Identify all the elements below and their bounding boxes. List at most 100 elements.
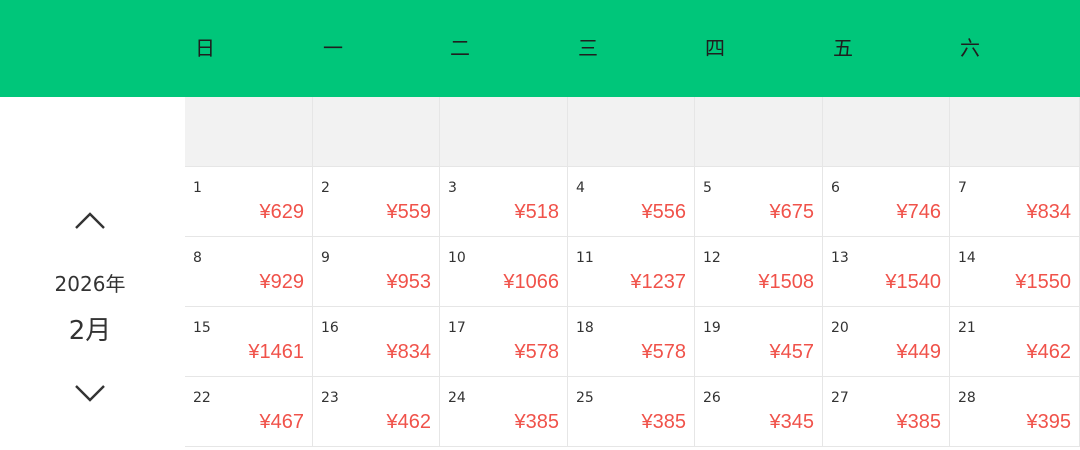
day-number: 6: [831, 180, 840, 196]
day-number: 1: [193, 180, 202, 196]
day-price: ¥953: [386, 271, 432, 293]
empty-day-cell: [950, 97, 1080, 167]
day-number: 5: [703, 180, 712, 196]
day-cell[interactable]: 19 ¥457: [695, 307, 823, 377]
day-price: ¥578: [641, 341, 687, 363]
day-cell[interactable]: 28 ¥395: [950, 377, 1080, 447]
empty-day-cell: [568, 97, 695, 167]
day-number: 13: [831, 250, 849, 266]
day-price: ¥559: [386, 201, 432, 223]
empty-day-cell: [313, 97, 440, 167]
day-number: 20: [831, 320, 849, 336]
day-cell[interactable]: 12 ¥1508: [695, 237, 823, 307]
day-price: ¥449: [896, 341, 942, 363]
day-price: ¥1237: [630, 271, 686, 293]
day-number: 17: [448, 320, 466, 336]
day-price: ¥345: [769, 411, 815, 433]
day-price: ¥1550: [1015, 271, 1071, 293]
day-number: 19: [703, 320, 721, 336]
day-cell[interactable]: 1 ¥629: [185, 167, 313, 237]
weekday-label: 二: [450, 36, 470, 60]
day-number: 26: [703, 390, 721, 406]
day-price: ¥385: [896, 411, 942, 433]
day-number: 10: [448, 250, 466, 266]
day-price: ¥457: [769, 341, 815, 363]
empty-day-cell: [695, 97, 823, 167]
weekday-label: 三: [578, 36, 598, 60]
day-cell[interactable]: 7 ¥834: [950, 167, 1080, 237]
day-cell[interactable]: 25 ¥385: [568, 377, 695, 447]
day-cell[interactable]: 17 ¥578: [440, 307, 568, 377]
day-number: 2: [321, 180, 330, 196]
day-price: ¥385: [514, 411, 560, 433]
day-number: 18: [576, 320, 594, 336]
day-price: ¥395: [1026, 411, 1072, 433]
day-number: 27: [831, 390, 849, 406]
day-price: ¥1066: [503, 271, 559, 293]
day-price: ¥385: [641, 411, 687, 433]
weekday-label: 一: [323, 36, 343, 60]
day-cell[interactable]: 4 ¥556: [568, 167, 695, 237]
day-number: 22: [193, 390, 211, 406]
day-cell[interactable]: 11 ¥1237: [568, 237, 695, 307]
day-price: ¥929: [259, 271, 305, 293]
day-number: 23: [321, 390, 339, 406]
day-number: 11: [576, 250, 594, 266]
day-cell[interactable]: 22 ¥467: [185, 377, 313, 447]
day-number: 9: [321, 250, 330, 266]
day-number: 12: [703, 250, 721, 266]
calendar-grid: 1 ¥629 2 ¥559 3 ¥518 4 ¥556 5 ¥675 6 ¥746 7 ¥834 8 ¥929…: [185, 97, 1080, 450]
day-price: ¥675: [769, 201, 815, 223]
day-price: ¥578: [514, 341, 560, 363]
day-cell[interactable]: 9 ¥953: [313, 237, 440, 307]
month-label: 2月: [68, 316, 112, 346]
year-label: 2026年: [54, 272, 126, 296]
weekday-label: 四: [705, 36, 725, 60]
day-cell[interactable]: 10 ¥1066: [440, 237, 568, 307]
day-price: ¥746: [896, 201, 942, 223]
day-number: 28: [958, 390, 976, 406]
day-number: 16: [321, 320, 339, 336]
day-cell[interactable]: 23 ¥462: [313, 377, 440, 447]
day-number: 4: [576, 180, 585, 196]
day-number: 14: [958, 250, 976, 266]
weekday-label: 六: [960, 36, 980, 60]
chevron-down-icon[interactable]: [74, 383, 106, 403]
day-cell[interactable]: 24 ¥385: [440, 377, 568, 447]
day-cell[interactable]: 2 ¥559: [313, 167, 440, 237]
day-number: 24: [448, 390, 466, 406]
day-price: ¥556: [641, 201, 687, 223]
chevron-up-icon[interactable]: [74, 211, 106, 231]
day-price: ¥462: [386, 411, 432, 433]
day-price: ¥834: [1026, 201, 1072, 223]
empty-day-cell: [185, 97, 313, 167]
day-cell[interactable]: 15 ¥1461: [185, 307, 313, 377]
day-cell[interactable]: 3 ¥518: [440, 167, 568, 237]
day-price: ¥834: [386, 341, 432, 363]
empty-day-cell: [823, 97, 950, 167]
day-cell[interactable]: 5 ¥675: [695, 167, 823, 237]
day-price: ¥629: [259, 201, 305, 223]
day-price: ¥518: [514, 201, 560, 223]
weekday-label: 日: [195, 36, 215, 60]
empty-day-cell: [440, 97, 568, 167]
day-cell[interactable]: 16 ¥834: [313, 307, 440, 377]
day-number: 3: [448, 180, 457, 196]
day-cell[interactable]: 6 ¥746: [823, 167, 950, 237]
weekday-header: 日一二三四五六: [0, 0, 1080, 97]
day-cell[interactable]: 8 ¥929: [185, 237, 313, 307]
day-cell[interactable]: 18 ¥578: [568, 307, 695, 377]
day-cell[interactable]: 13 ¥1540: [823, 237, 950, 307]
day-cell[interactable]: 27 ¥385: [823, 377, 950, 447]
day-cell[interactable]: 26 ¥345: [695, 377, 823, 447]
day-number: 15: [193, 320, 211, 336]
day-cell[interactable]: 20 ¥449: [823, 307, 950, 377]
day-cell[interactable]: 14 ¥1550: [950, 237, 1080, 307]
day-price: ¥462: [1026, 341, 1072, 363]
day-number: 21: [958, 320, 976, 336]
day-number: 25: [576, 390, 594, 406]
day-number: 8: [193, 250, 202, 266]
day-cell[interactable]: 21 ¥462: [950, 307, 1080, 377]
day-price: ¥467: [259, 411, 305, 433]
day-price: ¥1540: [885, 271, 941, 293]
